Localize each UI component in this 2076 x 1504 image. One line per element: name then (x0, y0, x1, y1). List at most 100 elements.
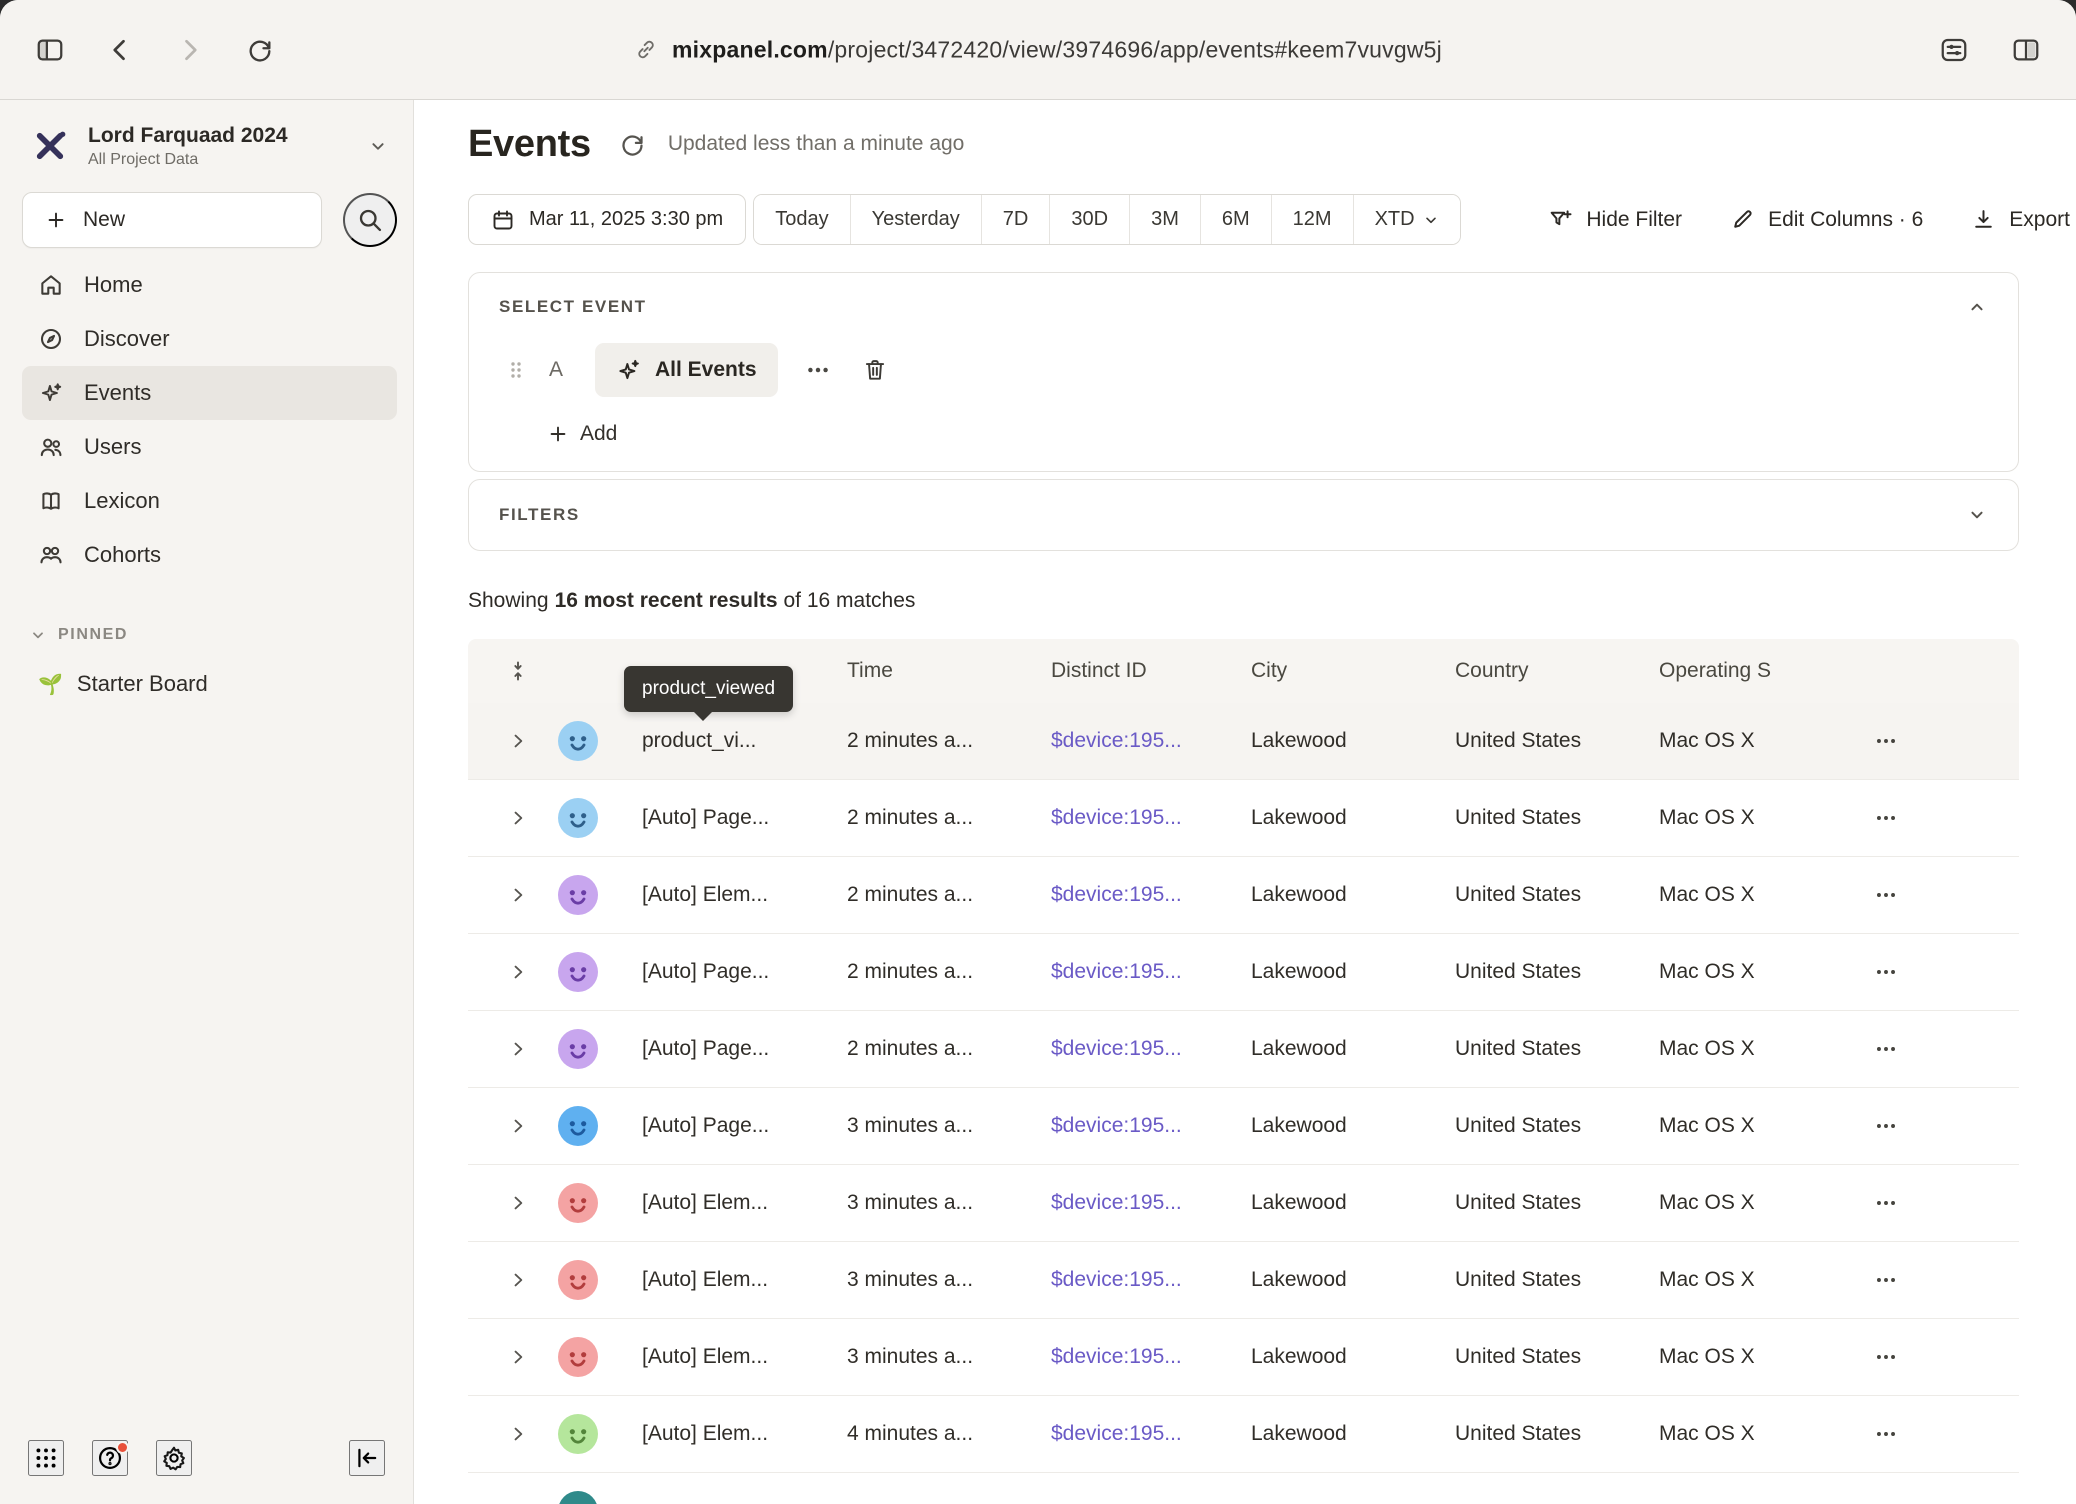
row-expand-chevron[interactable] (508, 1270, 528, 1290)
collapse-sidebar-icon[interactable] (349, 1440, 385, 1476)
drag-handle-icon[interactable] (507, 358, 525, 382)
row-expand-chevron[interactable] (508, 1347, 528, 1367)
column-header-time[interactable]: Time (813, 659, 1017, 683)
sidebar-item-starter-board[interactable]: 🌱 Starter Board (14, 668, 399, 700)
row-expand-chevron[interactable] (508, 1116, 528, 1136)
table-row[interactable]: [Auto] Elem... 3 minutes a... $device:19… (468, 1165, 2019, 1242)
range-xtd[interactable]: XTD (1353, 195, 1460, 244)
event-tooltip: product_viewed (624, 666, 793, 712)
distinct-id-link[interactable]: $device:195... (1051, 960, 1182, 984)
row-actions-button[interactable] (1873, 882, 1899, 908)
distinct-id-link[interactable]: $device:195... (1051, 1037, 1182, 1061)
column-header-distinct-id[interactable]: Distinct ID (1017, 659, 1217, 683)
distinct-id-link[interactable]: $device:195... (1051, 1114, 1182, 1138)
range-3m[interactable]: 3M (1129, 195, 1200, 244)
range-yesterday[interactable]: Yesterday (850, 195, 981, 244)
event-avatar (558, 1260, 598, 1300)
distinct-id-link[interactable]: $device:195... (1051, 1422, 1182, 1446)
row-actions-button[interactable] (1873, 1498, 1899, 1504)
date-picker-button[interactable]: Mar 11, 2025 3:30 pm (468, 194, 746, 245)
sidebar-item-discover[interactable]: Discover (22, 312, 397, 366)
help-icon[interactable] (92, 1440, 128, 1476)
sidebar-item-cohorts[interactable]: Cohorts (22, 528, 397, 582)
export-label: Export (2009, 208, 2070, 232)
event-time: 3 minutes a... (847, 1114, 973, 1138)
split-view-icon[interactable] (2002, 26, 2050, 74)
row-actions-button[interactable] (1873, 728, 1899, 754)
row-actions-button[interactable] (1873, 1344, 1899, 1370)
chevron-up-icon[interactable] (1966, 296, 1988, 318)
table-row[interactable]: [Auto] Elem... 3 minutes a... $device:19… (468, 1242, 2019, 1319)
row-expand-chevron[interactable] (508, 808, 528, 828)
row-actions-button[interactable] (1873, 1421, 1899, 1447)
range-30d[interactable]: 30D (1049, 195, 1129, 244)
sidebar-footer (14, 1424, 399, 1504)
sidebar-item-lexicon[interactable]: Lexicon (22, 474, 397, 528)
row-expand-chevron[interactable] (508, 731, 528, 751)
forward-button[interactable] (166, 26, 214, 74)
hide-filter-button[interactable]: Hide Filter (1548, 207, 1682, 232)
range-7d[interactable]: 7D (981, 195, 1050, 244)
sparkle-icon (38, 380, 64, 406)
table-row[interactable]: [Auto] Elem... 4 minutes a... $device:19… (468, 1396, 2019, 1473)
gear-icon[interactable] (156, 1440, 192, 1476)
event-more-button[interactable] (804, 356, 832, 384)
sidebar-item-label: Lexicon (84, 488, 160, 514)
row-actions-button[interactable] (1873, 1113, 1899, 1139)
table-row[interactable]: [Auto] Elem... 2 minutes a... $device:19… (468, 857, 2019, 934)
row-expand-chevron[interactable] (508, 962, 528, 982)
table-row[interactable] (468, 1473, 2019, 1504)
event-os: Mac OS X (1659, 729, 1755, 753)
search-button[interactable] (343, 193, 397, 247)
address-bar[interactable]: mixpanel.com/project/3472420/view/397469… (634, 36, 1442, 63)
export-button[interactable]: Export (1971, 207, 2070, 232)
row-expand-chevron[interactable] (508, 1193, 528, 1213)
collapse-rows-icon[interactable] (506, 659, 530, 683)
sidebar-item-events[interactable]: Events (22, 366, 397, 420)
row-expand-chevron[interactable] (508, 1039, 528, 1059)
back-button[interactable] (96, 26, 144, 74)
distinct-id-link[interactable]: $device:195... (1051, 1268, 1182, 1292)
event-os: Mac OS X (1659, 1114, 1755, 1138)
column-header-os[interactable]: Operating S (1625, 659, 1825, 683)
trash-icon[interactable] (862, 357, 888, 383)
table-row[interactable]: [Auto] Elem... 3 minutes a... $device:19… (468, 1319, 2019, 1396)
row-actions-button[interactable] (1873, 1190, 1899, 1216)
distinct-id-link[interactable]: $device:195... (1051, 729, 1182, 753)
column-header-city[interactable]: City (1217, 659, 1421, 683)
distinct-id-link[interactable]: $device:195... (1051, 883, 1182, 907)
table-row[interactable]: [Auto] Page... 2 minutes a... $device:19… (468, 780, 2019, 857)
table-row[interactable]: [Auto] Page... 2 minutes a... $device:19… (468, 1011, 2019, 1088)
row-expand-chevron[interactable] (508, 885, 528, 905)
apps-grid-icon[interactable] (28, 1440, 64, 1476)
range-12m[interactable]: 12M (1271, 195, 1353, 244)
event-avatar (558, 1491, 598, 1504)
table-row[interactable]: [Auto] Page... 3 minutes a... $device:19… (468, 1088, 2019, 1165)
sidebar-item-home[interactable]: Home (22, 258, 397, 312)
pinned-section-header[interactable]: PINNED (14, 624, 399, 646)
row-actions-button[interactable] (1873, 1036, 1899, 1062)
edit-columns-button[interactable]: Edit Columns · 6 (1730, 207, 1923, 232)
column-header-country[interactable]: Country (1421, 659, 1625, 683)
workspace-switcher[interactable]: Lord Farquaad 2024 All Project Data (14, 116, 399, 176)
table-row[interactable]: [Auto] Page... 2 minutes a... $device:19… (468, 934, 2019, 1011)
row-actions-button[interactable] (1873, 805, 1899, 831)
row-actions-button[interactable] (1873, 1267, 1899, 1293)
page-settings-icon[interactable] (1930, 26, 1978, 74)
refresh-icon[interactable] (619, 131, 646, 158)
distinct-id-link[interactable]: $device:195... (1051, 1191, 1182, 1215)
sidebar-toggle-icon[interactable] (26, 26, 74, 74)
range-today[interactable]: Today (754, 195, 849, 244)
distinct-id-link[interactable]: $device:195... (1051, 1345, 1182, 1369)
row-actions-button[interactable] (1873, 959, 1899, 985)
sidebar-item-users[interactable]: Users (22, 420, 397, 474)
range-6m[interactable]: 6M (1200, 195, 1271, 244)
add-event-button[interactable]: Add (547, 422, 617, 446)
row-expand-chevron[interactable] (508, 1424, 528, 1444)
reload-button[interactable] (236, 26, 284, 74)
new-button[interactable]: New (22, 192, 322, 248)
distinct-id-link[interactable]: $device:195... (1051, 806, 1182, 830)
chevron-down-icon[interactable] (1966, 504, 1988, 526)
event-avatar (558, 721, 598, 761)
event-selector-chip[interactable]: All Events (595, 343, 778, 397)
